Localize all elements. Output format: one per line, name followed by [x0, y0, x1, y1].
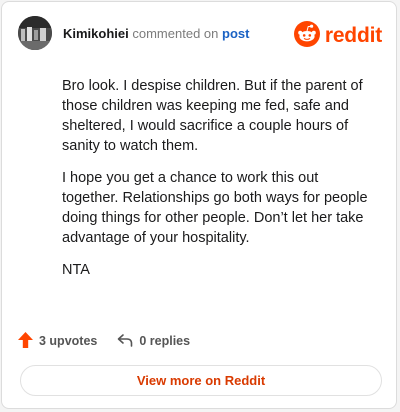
comment-meta: Kimikohiei commented on post	[63, 26, 249, 42]
commented-label: commented on	[132, 26, 219, 41]
comment-paragraph: Bro look. I despise children. But if the…	[62, 78, 363, 154]
comment-body: Bro look. I despise children. But if the…	[62, 76, 372, 292]
username[interactable]: Kimikohiei	[63, 26, 129, 41]
reddit-wordmark: reddit	[324, 24, 382, 47]
comment-embed-card: Kimikohiei commented on post reddit Bro …	[1, 1, 397, 409]
view-more-button[interactable]: View more on Reddit	[20, 365, 382, 396]
upvote-count: 3 upvotes	[39, 334, 98, 348]
reddit-logo[interactable]: reddit	[293, 20, 382, 52]
reply-action[interactable]: 0 replies	[117, 333, 190, 350]
reply-icon[interactable]	[117, 333, 133, 350]
comment-paragraph: NTA	[62, 262, 90, 278]
post-link[interactable]: post	[222, 26, 249, 41]
reddit-snoo-icon	[293, 20, 320, 52]
upvote-action[interactable]: 3 upvotes	[18, 331, 98, 351]
upvote-arrow-icon[interactable]	[18, 331, 33, 351]
comment-header: Kimikohiei commented on post reddit	[18, 16, 382, 52]
avatar[interactable]	[18, 16, 52, 50]
reply-count: 0 replies	[139, 334, 191, 348]
comment-paragraph: I hope you get a chance to work this out…	[62, 170, 368, 246]
comment-actions: 3 upvotes 0 replies	[18, 330, 190, 352]
